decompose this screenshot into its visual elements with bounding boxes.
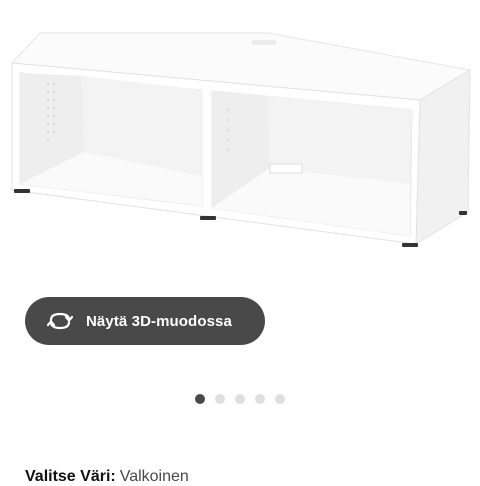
cable-hole (252, 40, 276, 45)
carousel-dots (0, 394, 480, 404)
carousel-dot-3[interactable] (235, 394, 245, 404)
carousel-dot-2[interactable] (215, 394, 225, 404)
bench-foot-right (402, 243, 418, 247)
bench-foot-middle (200, 216, 216, 220)
carousel-dot-1[interactable] (195, 394, 205, 404)
carousel-dot-4[interactable] (255, 394, 265, 404)
view-3d-button[interactable]: Näytä 3D-muodossa (25, 297, 265, 345)
carousel-dot-5[interactable] (275, 394, 285, 404)
product-image (10, 32, 472, 247)
color-selector[interactable]: Valitse Väri: Valkoinen (25, 468, 189, 486)
bench-foot-back (459, 211, 467, 215)
view-3d-label: Näytä 3D-muodossa (86, 312, 232, 330)
back-cable-opening (269, 163, 303, 174)
color-selector-label: Valitse Väri: (25, 468, 116, 485)
bench-foot-left (14, 189, 30, 193)
color-selector-value: Valkoinen (119, 468, 189, 485)
rotate-3d-icon (47, 311, 73, 331)
